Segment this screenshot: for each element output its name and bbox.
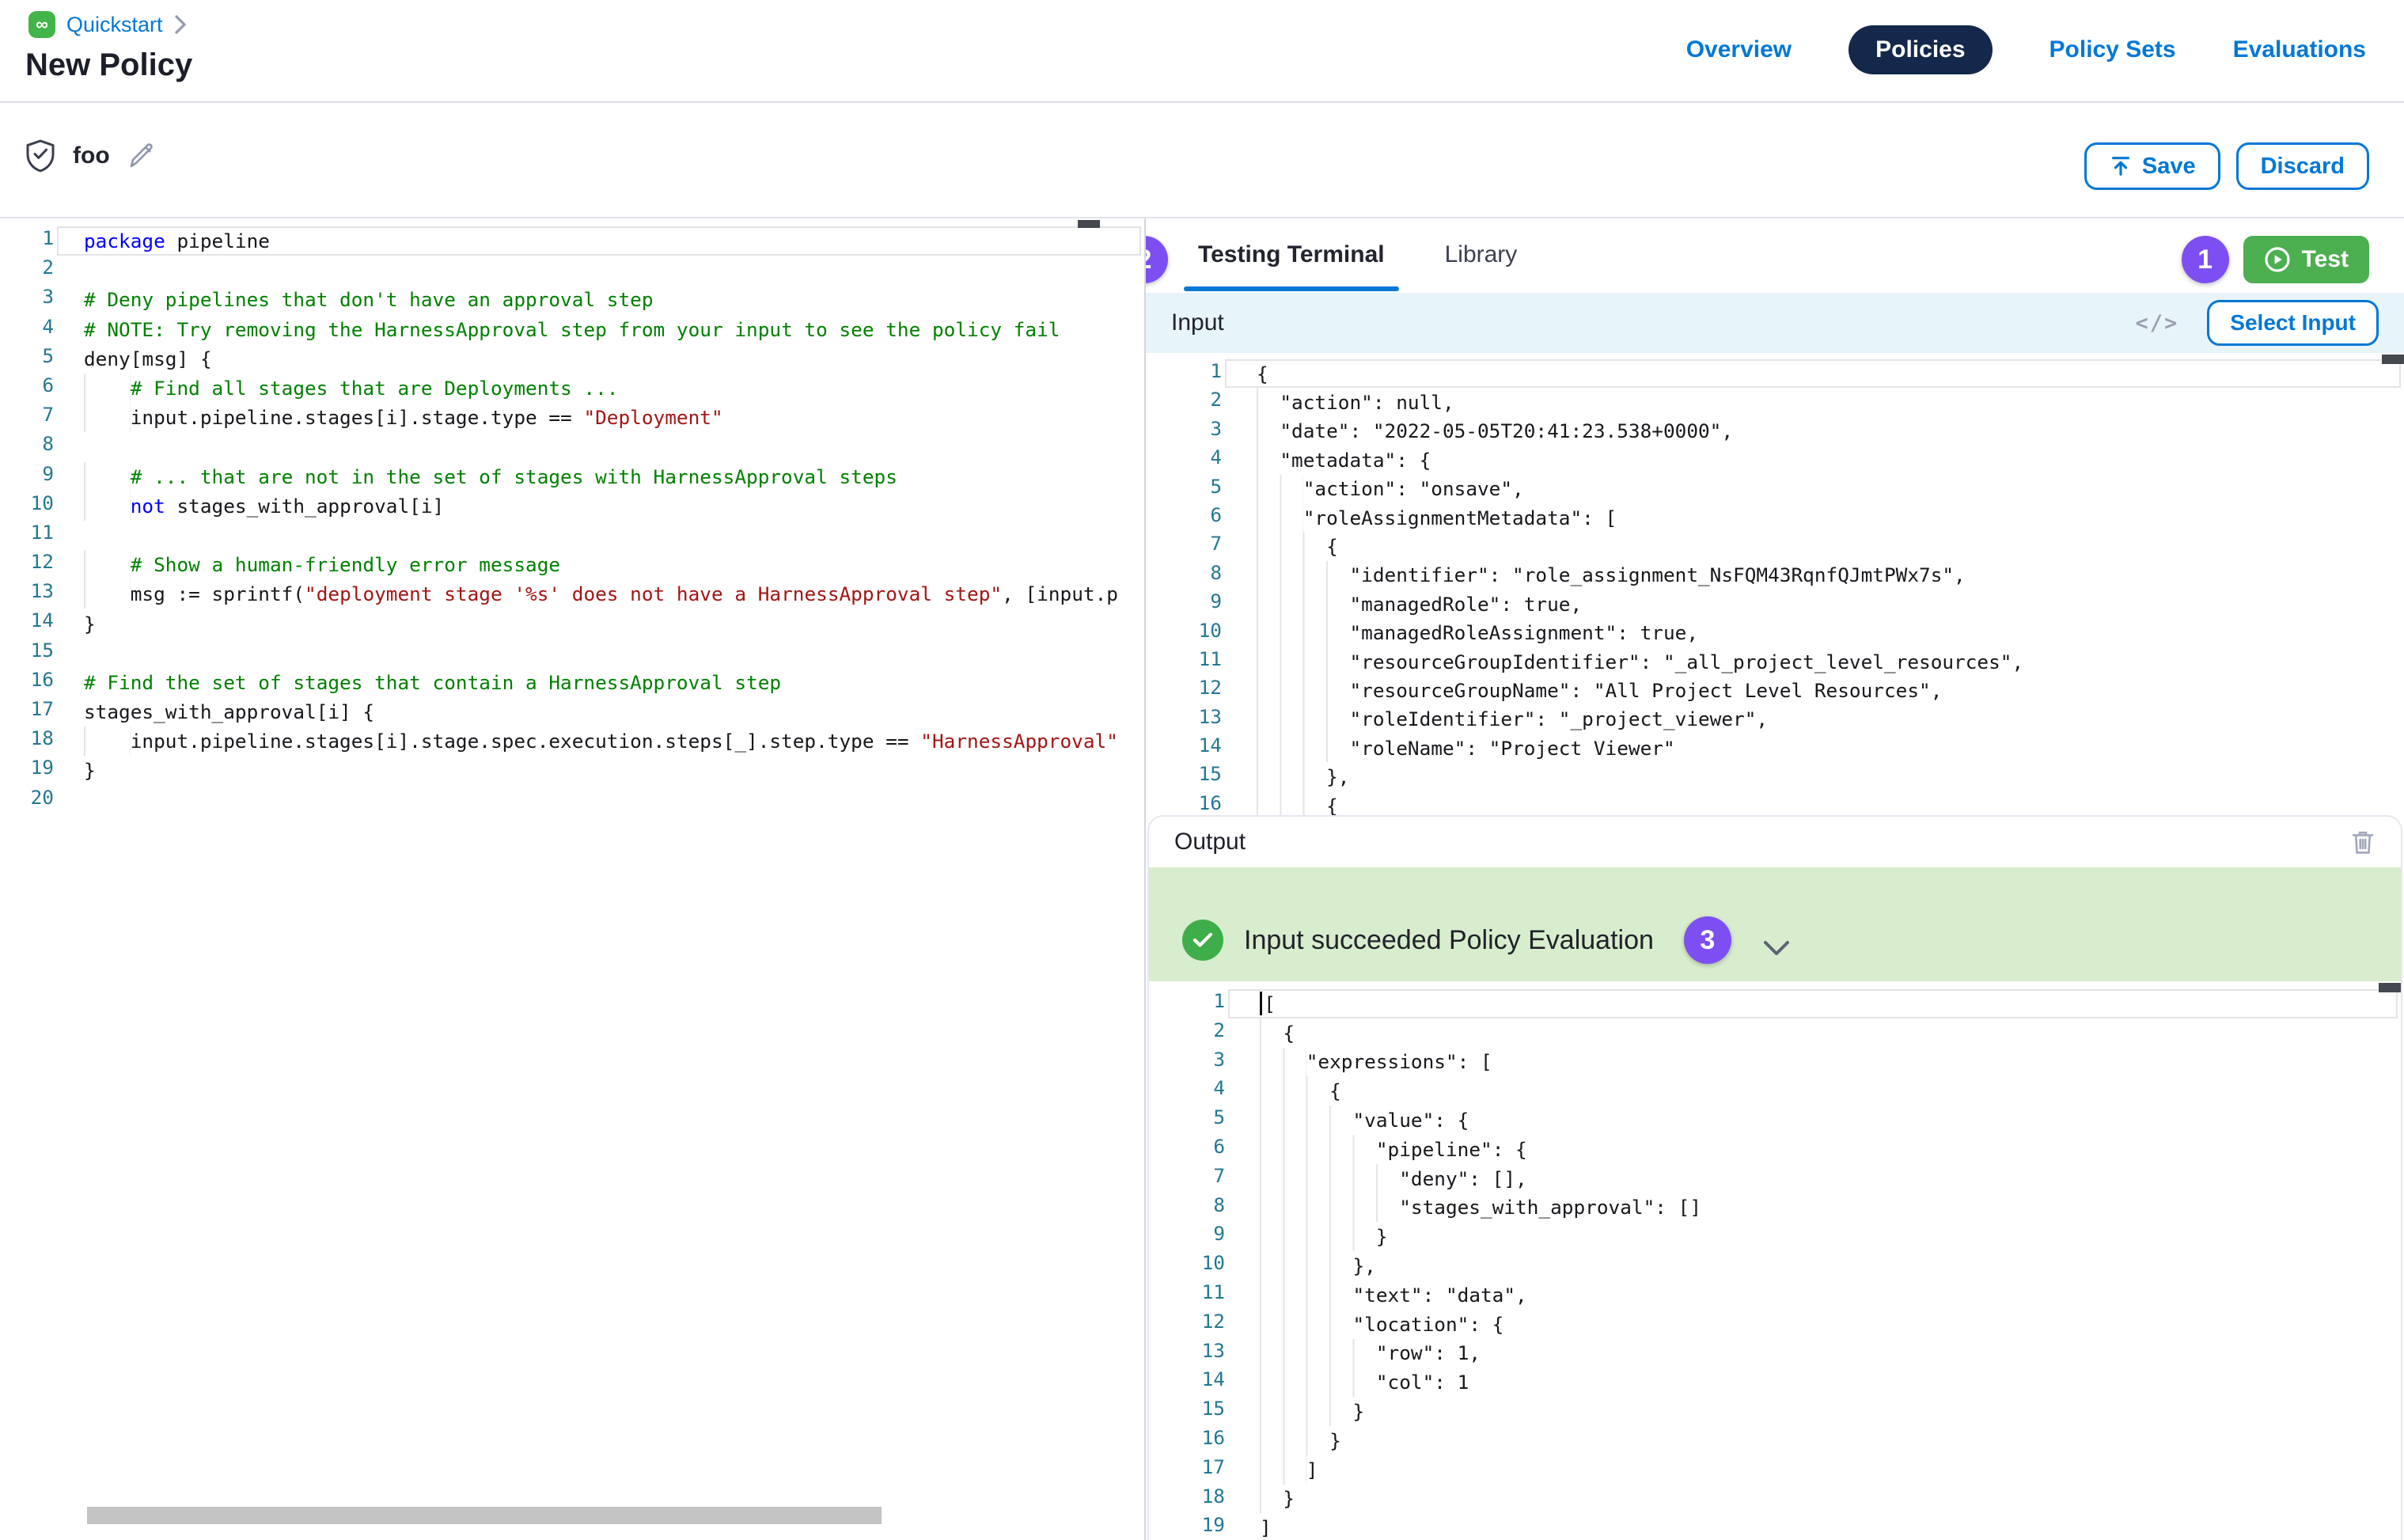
chevron-down-icon[interactable] [1762,940,1791,958]
editor-horizontal-scrollbar[interactable] [87,1507,882,1524]
tour-badge-3: 3 [1684,916,1731,964]
nav-evaluations[interactable]: Evaluations [2233,36,2366,63]
active-tab-underline [1184,286,1399,291]
discard-button[interactable]: Discard [2236,142,2369,190]
code-view-icon[interactable]: </> [2136,311,2179,336]
tab-testing-terminal[interactable]: Testing Terminal [1198,218,1385,291]
test-button[interactable]: Test [2243,236,2369,283]
rego-code[interactable]: 1package pipeline23# Deny pipelines that… [0,226,1144,815]
banner-message: Input succeeded Policy Evaluation [1244,925,1654,956]
policy-shield-icon [25,139,55,173]
input-vertical-scrollbar[interactable] [2382,355,2404,364]
upload-icon [2109,154,2133,178]
breadcrumb: ∞ Quickstart [28,11,187,38]
breadcrumb-quickstart-link[interactable]: Quickstart [66,13,163,37]
nav-overview[interactable]: Overview [1686,36,1792,63]
policy-code-editor[interactable]: 1package pipeline23# Deny pipelines that… [0,218,1146,1540]
nav-policy-sets[interactable]: Policy Sets [2049,36,2176,63]
chevron-right-icon [174,14,187,35]
policy-editor-page: ∞ Quickstart New Policy Overview Policie… [0,0,2404,1540]
harness-logo-icon: ∞ [28,11,55,38]
tour-badge-1: 1 [2182,236,2229,283]
output-section-header: Output [1149,817,2401,867]
page-title: New Policy [25,47,192,83]
save-button[interactable]: Save [2084,142,2220,190]
module-nav: Overview Policies Policy Sets Evaluation… [1686,25,2366,74]
input-json-editor[interactable]: 1{2"action": null,3"date": "2022-05-05T2… [1146,353,2404,815]
input-title: Input [1171,309,1224,336]
output-title: Output [1174,829,1246,855]
header-divider [0,101,2404,103]
play-circle-icon [2264,246,2291,273]
policy-name-label: foo [73,142,110,169]
testing-terminal-panel: 2 Testing Terminal Library 1 Test Input … [1146,218,2404,1540]
success-check-icon [1182,920,1223,961]
trash-icon[interactable] [2350,829,2376,855]
nav-policies[interactable]: Policies [1849,25,1992,74]
output-json-editor[interactable]: 1[2{3"expressions": [4{5"value": {6"pipe… [1149,981,2401,1540]
tab-library[interactable]: Library [1445,218,1518,291]
input-section-header: Input </> Select Input [1146,293,2404,353]
edit-pencil-icon[interactable] [127,142,154,170]
evaluation-success-banner: Input succeeded Policy Evaluation 3 [1149,867,2401,981]
output-section: Output Input succeeded Policy Evaluation… [1147,815,2402,1540]
select-input-button[interactable]: Select Input [2207,300,2379,346]
output-vertical-scrollbar[interactable] [2379,983,2401,992]
editor-vertical-scrollbar[interactable] [1078,220,1100,228]
